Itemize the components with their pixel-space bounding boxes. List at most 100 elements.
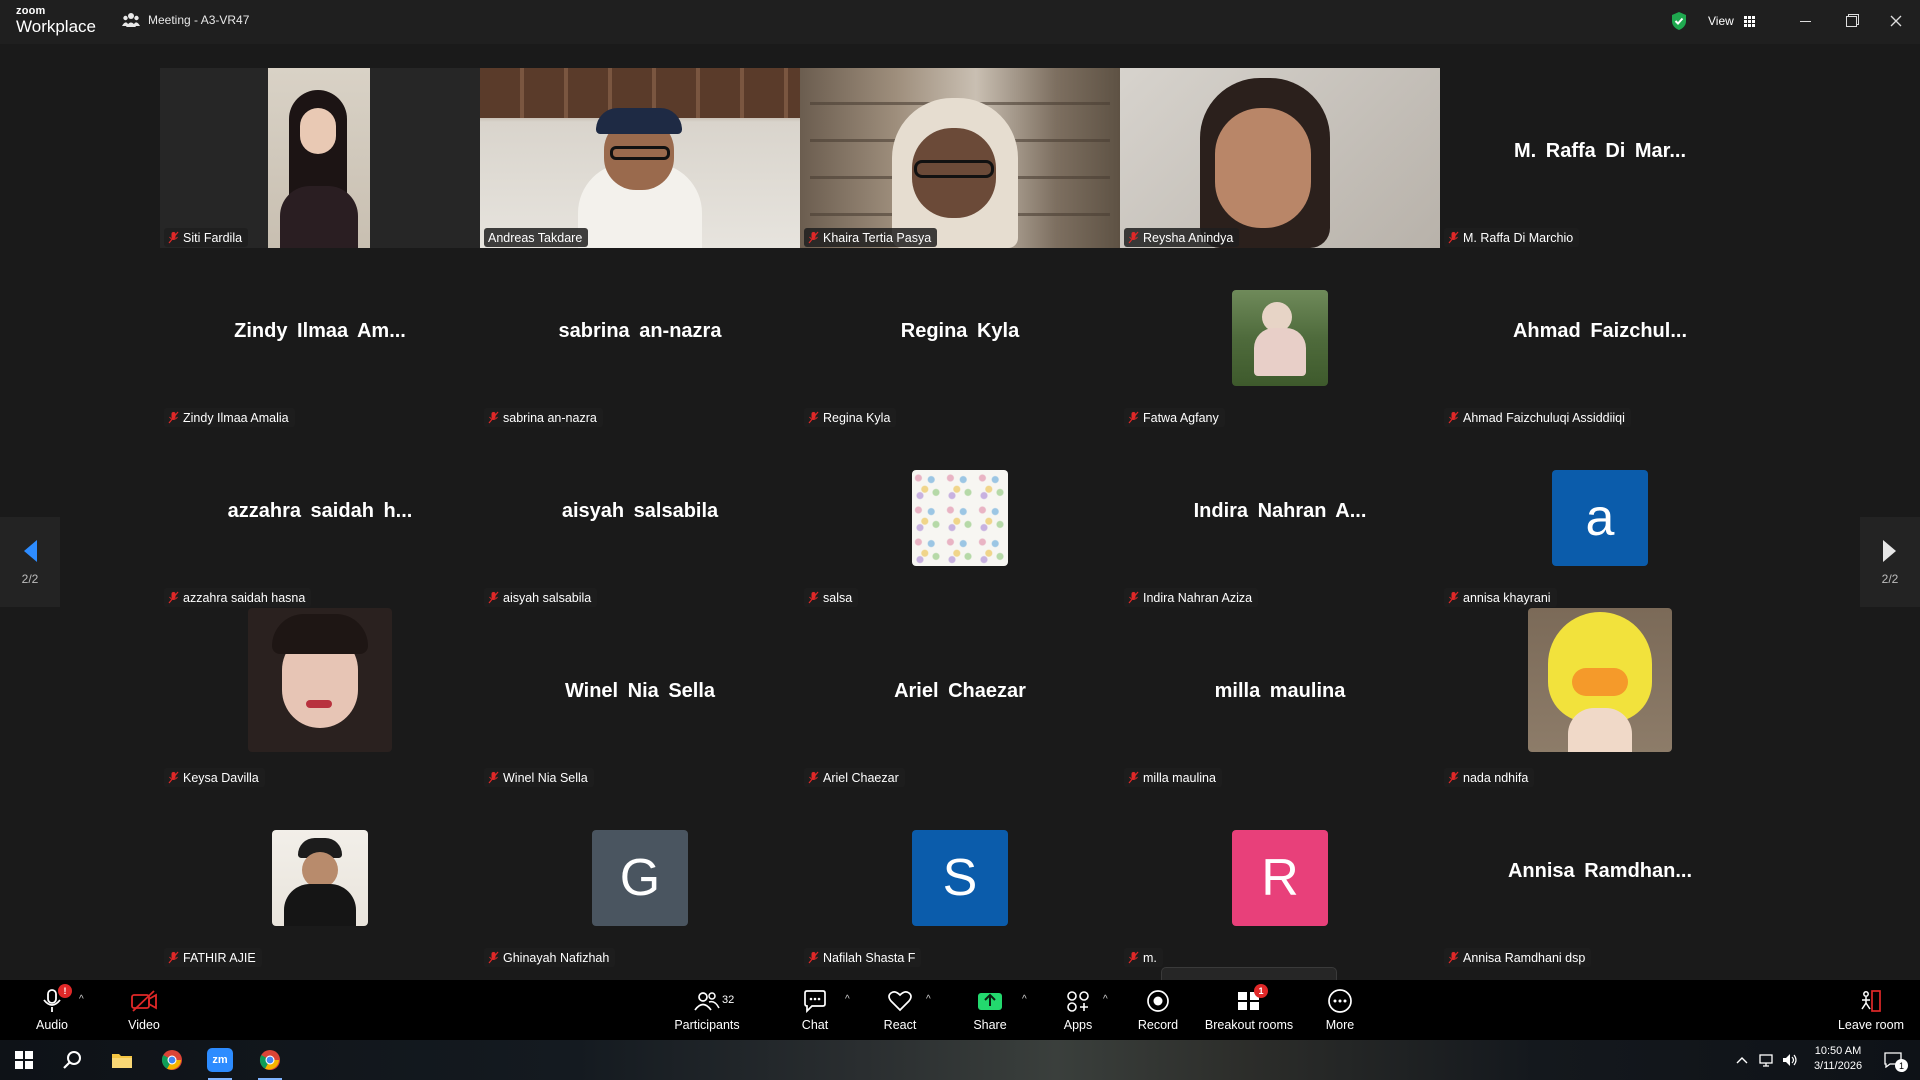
video-button[interactable]: Video: [122, 980, 166, 1040]
participant-name-tag: Indira Nahran Aziza: [1124, 588, 1259, 607]
security-shield-icon[interactable]: [1670, 11, 1688, 31]
meeting-title[interactable]: Meeting - A3-VR47: [122, 12, 249, 28]
apps-label: Apps: [1063, 1018, 1093, 1032]
participant-name: Khaira Tertia Pasya: [823, 230, 932, 245]
react-button[interactable]: React: [878, 980, 922, 1040]
next-page-button[interactable]: 2/2: [1860, 517, 1920, 607]
participant-tile[interactable]: salsa: [800, 428, 1120, 608]
participant-tile[interactable]: S Nafilah Shasta F: [800, 788, 1120, 968]
mic-muted-icon: [808, 231, 819, 244]
chat-options-caret[interactable]: ^: [845, 994, 850, 1005]
chrome-button[interactable]: [152, 1044, 192, 1076]
participant-name-tag: Fatwa Agfany: [1124, 408, 1225, 427]
minimize-button[interactable]: [1790, 8, 1820, 34]
participant-tile[interactable]: Fatwa Agfany: [1120, 248, 1440, 428]
participant-name-tag: Ahmad Faizchuluqi Assiddiiqi: [1444, 408, 1631, 427]
participant-name: salsa: [823, 590, 853, 605]
audio-options-caret[interactable]: ^: [79, 994, 84, 1005]
participant-tile[interactable]: Indira Nahran A... Indira Nahran Aziza: [1120, 428, 1440, 608]
participant-tile[interactable]: Ahmad Faizchul... Ahmad Faizchuluqi Assi…: [1440, 248, 1760, 428]
participant-tile[interactable]: Siti Fardila: [160, 68, 480, 248]
volume-icon: [1783, 1054, 1797, 1066]
participant-video: [160, 68, 480, 248]
search-button[interactable]: [52, 1044, 92, 1076]
participant-tile[interactable]: Zindy Ilmaa Am... Zindy Ilmaa Amalia: [160, 248, 480, 428]
restore-button[interactable]: [1836, 8, 1866, 34]
participants-button[interactable]: Participants: [670, 980, 744, 1040]
leave-room-icon: [1858, 988, 1884, 1014]
share-button[interactable]: Share: [968, 980, 1012, 1040]
participant-tile[interactable]: Khaira Tertia Pasya: [800, 68, 1120, 248]
apps-options-caret[interactable]: ^: [1103, 994, 1108, 1005]
participant-name: Winel Nia Sella: [503, 770, 588, 785]
zoom-taskbar-button[interactable]: zm: [200, 1044, 240, 1080]
participant-tile[interactable]: azzahra saidah h... azzahra saidah hasna: [160, 428, 480, 608]
profile-photo: [912, 470, 1008, 566]
close-button[interactable]: [1881, 8, 1911, 34]
record-icon: [1145, 988, 1171, 1014]
network-button[interactable]: [1754, 1044, 1778, 1076]
participant-video: [800, 68, 1120, 248]
mic-muted-icon: [1128, 411, 1139, 424]
file-explorer-button[interactable]: [102, 1044, 142, 1076]
mic-muted-icon: [1448, 771, 1459, 784]
participant-tile[interactable]: R m.: [1120, 788, 1440, 968]
participant-tile[interactable]: Winel Nia Sella Winel Nia Sella: [480, 608, 800, 788]
more-button[interactable]: More: [1318, 980, 1362, 1040]
participant-display-name: Zindy Ilmaa Am...: [234, 320, 406, 342]
participant-tile[interactable]: Regina Kyla Regina Kyla: [800, 248, 1120, 428]
show-hidden-icons-button[interactable]: [1730, 1044, 1754, 1076]
letter-avatar: a: [1552, 470, 1648, 566]
participant-tile[interactable]: aisyah salsabila aisyah salsabila: [480, 428, 800, 608]
mic-muted-icon: [1448, 231, 1459, 244]
zoom-logo: zoom Workplace: [16, 6, 96, 36]
participants-label: Participants: [674, 1018, 740, 1032]
chrome-profile-button[interactable]: [250, 1044, 290, 1080]
mic-muted-icon: [168, 591, 179, 604]
participant-tile[interactable]: Andreas Takdare: [480, 68, 800, 248]
participant-name: annisa khayrani: [1463, 590, 1551, 605]
participant-name: M. Raffa Di Marchio: [1463, 230, 1574, 245]
participant-tile[interactable]: nada ndhifa: [1440, 608, 1760, 788]
breakout-rooms-button[interactable]: 1 Breakout rooms: [1200, 980, 1298, 1040]
chat-icon: [802, 988, 828, 1014]
chevron-left-icon: [24, 540, 37, 562]
share-screen-icon: [977, 988, 1003, 1014]
participant-name: milla maulina: [1143, 770, 1216, 785]
participant-tile[interactable]: milla maulina milla maulina: [1120, 608, 1440, 788]
mic-muted-icon: [168, 231, 179, 244]
notifications-button[interactable]: 1: [1878, 1044, 1908, 1076]
heart-icon: [887, 988, 913, 1014]
participant-tile[interactable]: Annisa Ramdhan... Annisa Ramdhani dsp: [1440, 788, 1760, 968]
participant-display-name: milla maulina: [1214, 680, 1346, 702]
record-button[interactable]: Record: [1136, 980, 1180, 1040]
participant-tile[interactable]: M. Raffa Di Mar... M. Raffa Di Marchio: [1440, 68, 1760, 248]
chat-button[interactable]: Chat: [793, 980, 837, 1040]
mic-muted-icon: [1128, 951, 1139, 964]
mic-muted-icon: [168, 951, 179, 964]
mic-muted-icon: [1448, 951, 1459, 964]
participant-tile[interactable]: Reysha Anindya: [1120, 68, 1440, 248]
share-options-caret[interactable]: ^: [1022, 994, 1027, 1005]
leave-room-button[interactable]: Leave room: [1836, 980, 1906, 1040]
clock[interactable]: 10:50 AM 3/11/2026: [1798, 1044, 1878, 1074]
participant-tile[interactable]: Ariel Chaezar Ariel Chaezar: [800, 608, 1120, 788]
folder-icon: [112, 1054, 132, 1068]
windows-start-button[interactable]: [4, 1044, 44, 1076]
participant-name: Ariel Chaezar: [823, 770, 899, 785]
breakout-rooms-icon: 1: [1236, 984, 1268, 1014]
participant-tile[interactable]: G Ghinayah Nafizhah: [480, 788, 800, 968]
participant-tile[interactable]: sabrina an-nazra sabrina an-nazra: [480, 248, 800, 428]
previous-page-button[interactable]: 2/2: [0, 517, 60, 607]
react-options-caret[interactable]: ^: [926, 994, 931, 1005]
letter-avatar: R: [1232, 830, 1328, 926]
windows-taskbar: zm 10:50 AM 3/11/2026 1: [0, 1040, 1920, 1080]
participant-tile[interactable]: FATHIR AJIE: [160, 788, 480, 968]
participant-tile[interactable]: a annisa khayrani: [1440, 428, 1760, 608]
audio-button[interactable]: ! Audio: [30, 980, 74, 1040]
participant-name: Annisa Ramdhani dsp: [1463, 950, 1586, 965]
apps-button[interactable]: Apps: [1056, 980, 1100, 1040]
view-button[interactable]: View: [1700, 8, 1768, 34]
participants-group-icon: [122, 13, 140, 27]
participant-tile[interactable]: Keysa Davilla: [160, 608, 480, 788]
